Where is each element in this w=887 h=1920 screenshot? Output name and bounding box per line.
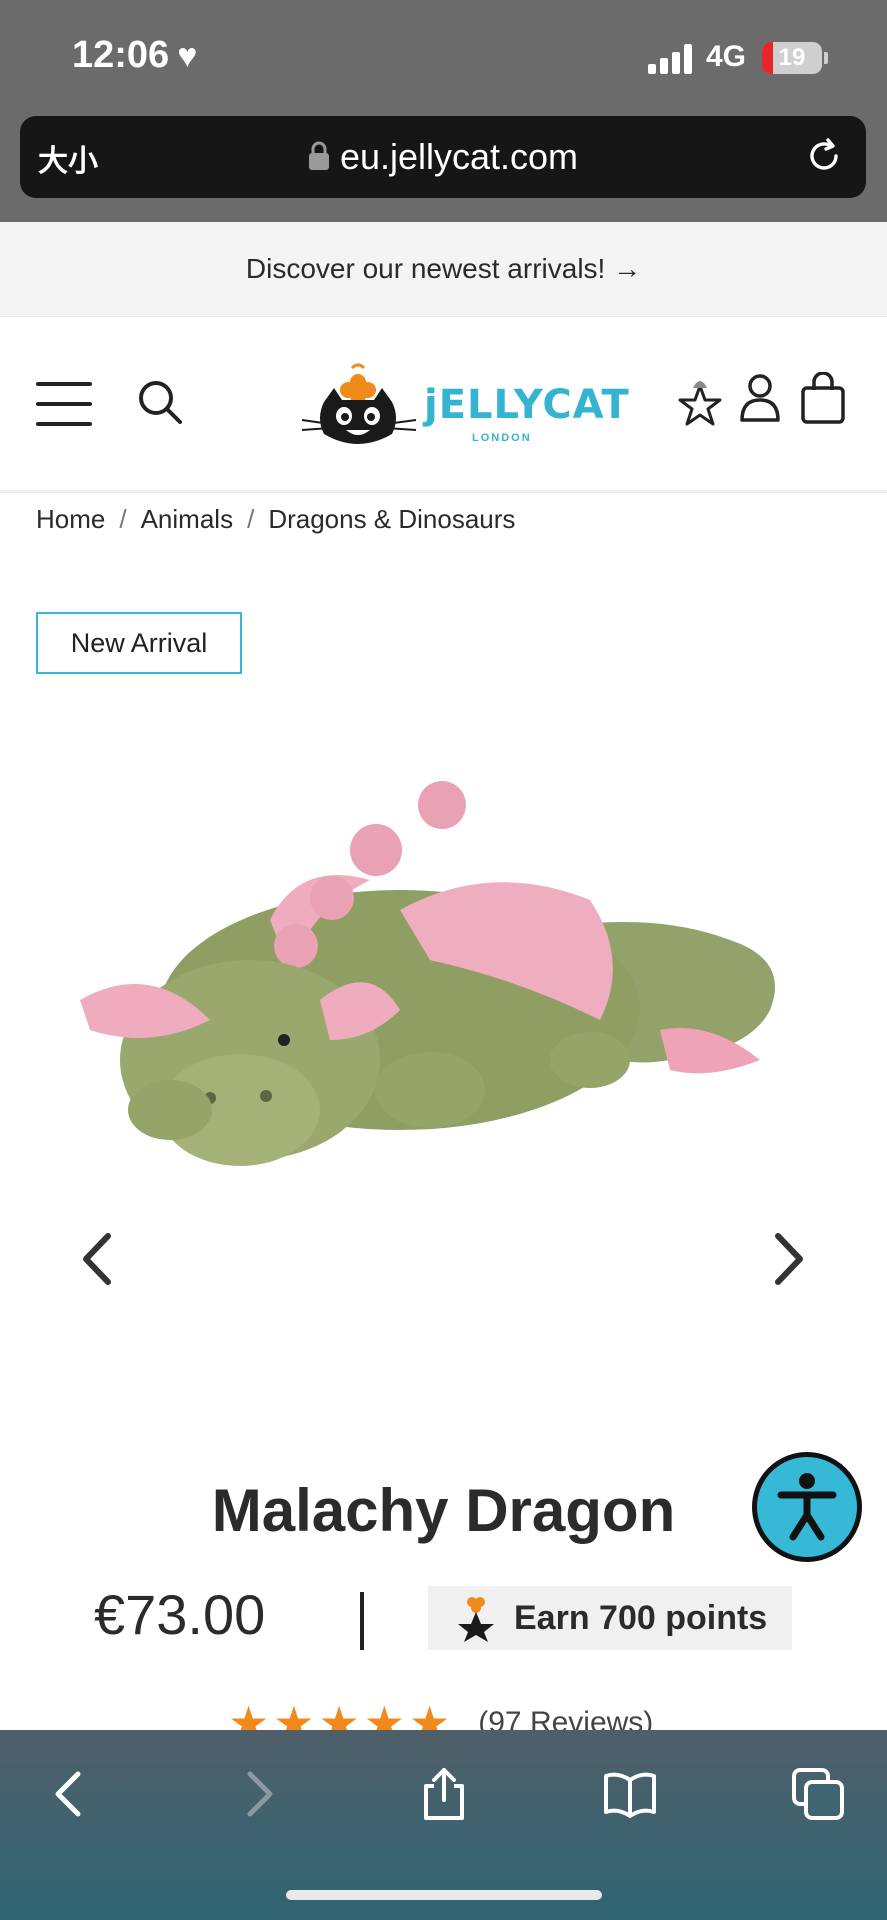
jellycat-logo[interactable]: jELLYCAT LONDON [296,358,629,450]
back-icon[interactable] [42,1766,98,1822]
url-field[interactable]: eu.jellycat.com [20,136,866,178]
logo-tagline: LONDON [472,432,532,444]
status-bar: 12:06 ♥ 4G 19 大小 eu.jellycat.com [0,0,887,222]
status-time: 12:06 ♥ [72,34,197,77]
battery-tip [824,52,828,64]
points-text: Earn 700 points [514,1598,768,1637]
site-header: jELLYCAT LONDON [0,316,887,493]
forward-icon[interactable] [230,1766,286,1822]
search-icon[interactable] [136,378,184,426]
shopping-bag-icon[interactable] [800,372,846,424]
product-price: €73.00 [94,1583,266,1646]
breadcrumb-separator: / [247,504,255,534]
product-image-dragon[interactable] [70,760,830,1190]
logo-wordmark: jELLYCAT [424,382,630,428]
carousel-prev-icon[interactable] [74,1230,122,1288]
reload-icon[interactable] [802,134,846,178]
home-indicator[interactable] [286,1890,602,1900]
breadcrumb-separator: / [119,504,127,534]
new-arrival-badge: New Arrival [36,612,242,674]
signal-icon [648,44,692,74]
battery-percent: 19 [778,44,806,71]
battery-icon: 19 [762,42,822,74]
breadcrumb-animals[interactable]: Animals [141,504,233,535]
promo-banner[interactable]: Discover our newest arrivals! → [0,222,887,317]
share-icon[interactable] [416,1766,472,1822]
points-badge: Earn 700 points [428,1586,792,1650]
rewards-star-icon [458,1597,494,1642]
heart-icon: ♥ [177,36,198,75]
breadcrumb-dragons-dinosaurs[interactable]: Dragons & Dinosaurs [268,504,515,535]
breadcrumb: Home / Animals / Dragons & Dinosaurs [36,504,515,535]
price-divider [360,1592,364,1650]
url-text: eu.jellycat.com [339,136,579,177]
accessibility-button[interactable] [752,1452,862,1562]
lock-icon [308,141,329,170]
tabs-icon[interactable] [790,1766,846,1822]
network-label: 4G [706,40,747,73]
time-text: 12:06 [72,34,170,76]
menu-icon[interactable] [36,382,92,426]
url-bar[interactable]: 大小 eu.jellycat.com [20,116,866,198]
accessibility-icon [777,1473,837,1541]
bookmarks-icon[interactable] [602,1766,658,1822]
carousel-next-icon[interactable] [764,1230,812,1288]
account-icon[interactable] [738,372,782,422]
cat-logo-icon [301,363,417,444]
breadcrumb-home[interactable]: Home [36,504,105,535]
wishlist-star-icon[interactable] [676,374,724,426]
